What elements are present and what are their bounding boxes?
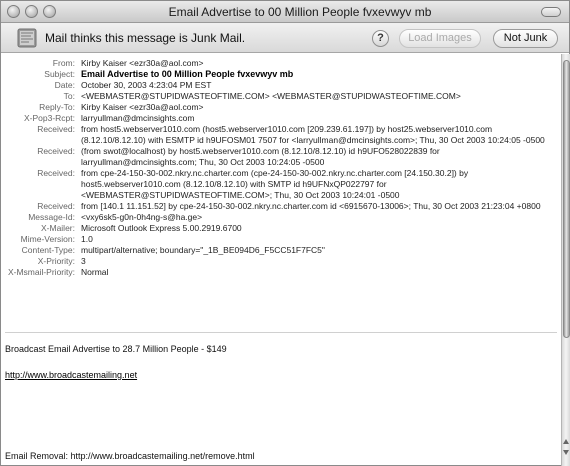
header-row: X-Mailer: Microsoft Outlook Express 5.00.… (1, 223, 561, 234)
header-value: October 30, 2003 4:23:04 PM EST (81, 80, 212, 90)
window-title: Email Advertise to 00 Million People fvx… (168, 5, 432, 19)
header-label: Message-Id: (28, 212, 75, 222)
header-value: from [140.1 11.151.52] by cpe-24-150-30-… (81, 201, 541, 211)
scroll-thumb[interactable] (563, 60, 570, 338)
header-row: Received: from [140.1 11.151.52] by cpe-2… (1, 201, 561, 212)
header-row: Date: October 30, 2003 4:23:04 PM EST (1, 80, 561, 91)
header-value: (from swot@localhost) by host5.webserver… (81, 146, 440, 167)
header-value: Microsoft Outlook Express 5.00.2919.6700 (81, 223, 242, 233)
minimize-icon[interactable] (25, 5, 38, 18)
junk-message: Mail thinks this message is Junk Mail. (45, 31, 246, 45)
header-label: X-Pop3-Rcpt: (23, 113, 75, 123)
toolbar-toggle-icon[interactable] (541, 7, 561, 17)
load-images-button[interactable]: Load Images (399, 29, 481, 48)
header-label: X-Priority: (37, 256, 75, 266)
scroll-up-arrow-icon[interactable] (563, 439, 569, 444)
header-label: Received: (37, 201, 75, 211)
junk-mail-bar: Mail thinks this message is Junk Mail. ?… (1, 23, 569, 53)
header-row: Content-Type: multipart/alternative; boun… (1, 245, 561, 256)
header-value: <WEBMASTER@STUPIDWASTEOFTIME.COM> <WEBMA… (81, 91, 461, 101)
not-junk-button[interactable]: Not Junk (493, 29, 558, 48)
header-label: From: (52, 58, 75, 68)
header-label: Received: (37, 168, 75, 178)
message-content[interactable]: From: Kirby Kaiser <ezr30a@aol.com> Subje… (1, 54, 561, 466)
header-label: Mime-Version: (20, 234, 75, 244)
header-label: Received: (37, 146, 75, 156)
header-value: 1.0 (81, 234, 93, 244)
header-label: Subject: (44, 69, 75, 79)
header-value: 3 (81, 256, 86, 266)
header-value: Normal (81, 267, 109, 277)
vertical-scrollbar[interactable] (561, 54, 570, 466)
header-value: larryullman@dmcinsights.com (81, 113, 195, 123)
close-icon[interactable] (7, 5, 20, 18)
title-bar[interactable]: Email Advertise to 00 Million People fvx… (1, 1, 569, 23)
header-label: X-Msmail-Priority: (7, 267, 75, 277)
header-value: from host5.webserver1010.com (host5.webs… (81, 124, 545, 145)
header-value: Kirby Kaiser <ezr30a@aol.com> (81, 58, 204, 68)
header-row: To: <WEBMASTER@STUPIDWASTEOFTIME.COM> <WE… (1, 91, 561, 102)
header-value: multipart/alternative; boundary="_1B_BE0… (81, 245, 325, 255)
header-value: <vxy6sk5-g0n-0h4ng-s@ha.ge> (81, 212, 203, 222)
header-row: Received: (from swot@localhost) by host5.… (1, 146, 561, 168)
body-headline: Broadcast Email Advertise to 28.7 Millio… (5, 344, 227, 354)
junk-mail-icon (17, 27, 37, 49)
header-label: Reply-To: (39, 102, 75, 112)
header-row: Mime-Version: 1.0 (1, 234, 561, 245)
header-row: X-Pop3-Rcpt: larryullman@dmcinsights.com (1, 113, 561, 124)
header-row: X-Priority: 3 (1, 256, 561, 267)
header-label: To: (63, 91, 75, 101)
header-label: Content-Type: (21, 245, 75, 255)
header-row: Received: from host5.webserver1010.com (h… (1, 124, 561, 146)
header-value: Email Advertise to 00 Million People fvx… (81, 69, 294, 79)
mail-window: Email Advertise to 00 Million People fvx… (0, 0, 570, 466)
header-row: Subject: Email Advertise to 00 Million Pe… (1, 69, 561, 80)
header-divider (5, 332, 557, 333)
header-value: Kirby Kaiser <ezr30a@aol.com> (81, 102, 204, 112)
scroll-down-arrow-icon[interactable] (563, 450, 569, 455)
header-label: X-Mailer: (40, 223, 75, 233)
message-headers: From: Kirby Kaiser <ezr30a@aol.com> Subje… (1, 58, 561, 278)
header-label: Date: (54, 80, 75, 90)
removal-text: Email Removal: http://www.broadcastemail… (5, 451, 255, 461)
header-value: from cpe-24-150-30-002.nkry.nc.charter.c… (81, 168, 469, 200)
header-row: Message-Id: <vxy6sk5-g0n-0h4ng-s@ha.ge> (1, 212, 561, 223)
header-row: X-Msmail-Priority: Normal (1, 267, 561, 278)
header-row: From: Kirby Kaiser <ezr30a@aol.com> (1, 58, 561, 69)
body-link[interactable]: http://www.broadcastemailing.net (5, 370, 137, 380)
help-icon[interactable]: ? (372, 30, 389, 47)
zoom-icon[interactable] (43, 5, 56, 18)
header-row: Reply-To: Kirby Kaiser <ezr30a@aol.com> (1, 102, 561, 113)
header-row: Received: from cpe-24-150-30-002.nkry.nc.… (1, 168, 561, 201)
header-label: Received: (37, 124, 75, 134)
